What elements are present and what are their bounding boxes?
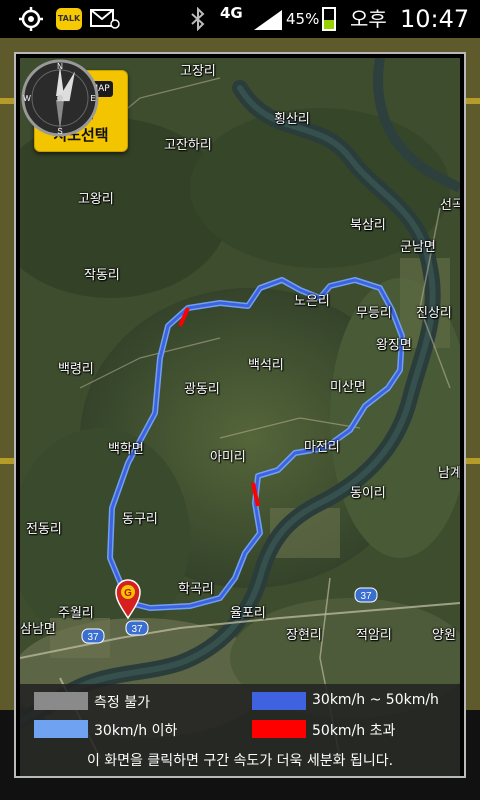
place-label: 노은리 bbox=[294, 294, 330, 309]
place-label: 백령리 bbox=[58, 362, 94, 377]
place-label: 광동리 bbox=[184, 382, 220, 397]
road-shield-label: 37 bbox=[131, 624, 143, 635]
compass-west: W bbox=[23, 94, 31, 103]
ampm-label: 오후 bbox=[350, 7, 387, 31]
place-label: 고왕리 bbox=[78, 192, 114, 207]
place-label: 진상리 bbox=[416, 306, 452, 321]
compass-south: S bbox=[57, 127, 62, 136]
legend-label-30-50: 30km/h ~ 50km/h bbox=[312, 692, 439, 708]
legend-label-over-50: 50km/h 초과 bbox=[312, 723, 396, 739]
start-marker-label: G bbox=[124, 588, 132, 599]
road-shield: 37 bbox=[125, 620, 149, 636]
signal-icon bbox=[254, 10, 282, 30]
place-label: 남계 bbox=[438, 466, 460, 481]
legend-swatch-under-30 bbox=[34, 720, 88, 738]
route-map-dialog[interactable]: 37 37 37 G 고장리 횡산리 고잔하리 고왕리 북삼리 군남면 작동리 … bbox=[14, 52, 466, 778]
place-label: 왕징면 bbox=[376, 338, 412, 353]
email-icon bbox=[90, 9, 120, 29]
place-label: 백석리 bbox=[248, 358, 284, 373]
legend-label-under-30: 30km/h 이하 bbox=[94, 723, 178, 739]
road-shield: 37 bbox=[354, 587, 378, 603]
place-label: 북삼리 bbox=[350, 218, 386, 233]
place-label: 양원 bbox=[432, 628, 456, 643]
compass-east: E bbox=[90, 94, 95, 103]
compass-icon[interactable]: N S E W bbox=[20, 58, 100, 138]
legend-label-unmeasurable: 측정 불가 bbox=[94, 695, 150, 711]
legend-note: 이 화면을 클릭하면 구간 속도가 더욱 세분화 됩니다. bbox=[86, 753, 394, 769]
place-label: 군남면 bbox=[400, 240, 436, 255]
satellite-map-image: 37 37 37 G bbox=[20, 58, 460, 776]
bluetooth-icon bbox=[191, 7, 205, 31]
legend-swatch-unmeasurable bbox=[34, 692, 88, 710]
network-type: 4G bbox=[220, 4, 243, 22]
speed-legend[interactable]: 측정 불가 30km/h ~ 50km/h 30km/h 이하 50km/h 초… bbox=[20, 684, 460, 776]
status-bar: TALK 4G 45% 오후 10:47 bbox=[0, 0, 480, 38]
place-label: 고잔하리 bbox=[164, 138, 212, 153]
road-shield-label: 37 bbox=[360, 591, 372, 602]
place-label: 횡산리 bbox=[274, 112, 310, 127]
legend-swatch-30-50 bbox=[252, 692, 306, 710]
place-label: 마전리 bbox=[304, 440, 340, 455]
place-label: 전동리 bbox=[26, 522, 62, 537]
place-label: 무등리 bbox=[356, 306, 392, 321]
talk-badge-text: TALK bbox=[57, 14, 81, 23]
talk-icon: TALK bbox=[56, 8, 82, 30]
place-label: 미산면 bbox=[330, 380, 366, 395]
place-label: 선곡리 bbox=[440, 198, 460, 213]
place-label: 동구리 bbox=[122, 512, 158, 527]
place-label: 삼남면 bbox=[20, 622, 56, 637]
place-label: 작동리 bbox=[84, 268, 120, 283]
place-label: 아미리 bbox=[210, 450, 246, 465]
place-label: 동이리 bbox=[350, 486, 386, 501]
place-label: 고장리 bbox=[180, 64, 216, 79]
place-label: 주월리 bbox=[58, 606, 94, 621]
place-label: 율포리 bbox=[230, 606, 266, 621]
place-label: 백학면 bbox=[108, 442, 144, 457]
clock: 10:47 bbox=[400, 5, 470, 33]
place-label: 장현리 bbox=[286, 628, 322, 643]
legend-swatch-over-50 bbox=[252, 720, 306, 738]
road-shield: 37 bbox=[81, 628, 105, 644]
road-shield-label: 37 bbox=[87, 632, 99, 643]
battery-icon bbox=[322, 7, 336, 31]
battery-percent: 45% bbox=[286, 10, 320, 28]
gps-icon bbox=[19, 7, 43, 31]
route-map[interactable]: 37 37 37 G 고장리 횡산리 고잔하리 고왕리 북삼리 군남면 작동리 … bbox=[20, 58, 460, 776]
place-label: 적암리 bbox=[356, 628, 392, 643]
compass-north: N bbox=[57, 62, 63, 71]
place-label: 학곡리 bbox=[178, 582, 214, 597]
